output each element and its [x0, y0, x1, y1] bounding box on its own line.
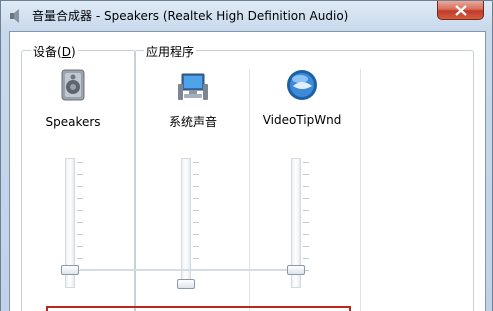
title-bar[interactable]: 音量合成器 - Speakers (Realtek High Definitio… — [1, 1, 492, 31]
speaker-device-icon[interactable] — [56, 68, 90, 102]
slider-ticks — [303, 162, 309, 282]
device-group-label[interactable]: 设备(D) — [31, 43, 78, 60]
volume-slider-thumb-videotipwnd[interactable] — [287, 265, 305, 275]
volume-mixer-window: 音量合成器 - Speakers (Realtek High Definitio… — [0, 0, 493, 311]
volume-link-line — [80, 269, 302, 271]
close-icon — [455, 5, 467, 16]
close-button[interactable] — [437, 1, 484, 20]
mixer-client-area: 设备(D) 应用程序 Speakers 系统声音 VideoTipWnd — [9, 31, 486, 311]
channel-label-speakers: Speakers — [45, 115, 101, 129]
column-separator — [360, 69, 361, 311]
channel-label-videotipwnd: VideoTipWnd — [262, 113, 342, 127]
speaker-icon — [8, 8, 24, 24]
system-sounds-icon[interactable] — [176, 70, 210, 104]
volume-slider-thumb-speakers[interactable] — [61, 265, 79, 275]
highlight-box — [46, 306, 351, 311]
applications-group-label: 应用程序 — [144, 43, 197, 60]
slider-ticks — [77, 162, 83, 282]
channel-label-system-sounds: 系统声音 — [168, 115, 217, 129]
slider-ticks — [193, 162, 199, 282]
column-separator — [249, 69, 250, 311]
window-title: 音量合成器 - Speakers (Realtek High Definitio… — [32, 9, 349, 23]
videotipwnd-icon[interactable] — [285, 68, 319, 102]
volume-slider-thumb-system-sounds[interactable] — [177, 279, 195, 289]
